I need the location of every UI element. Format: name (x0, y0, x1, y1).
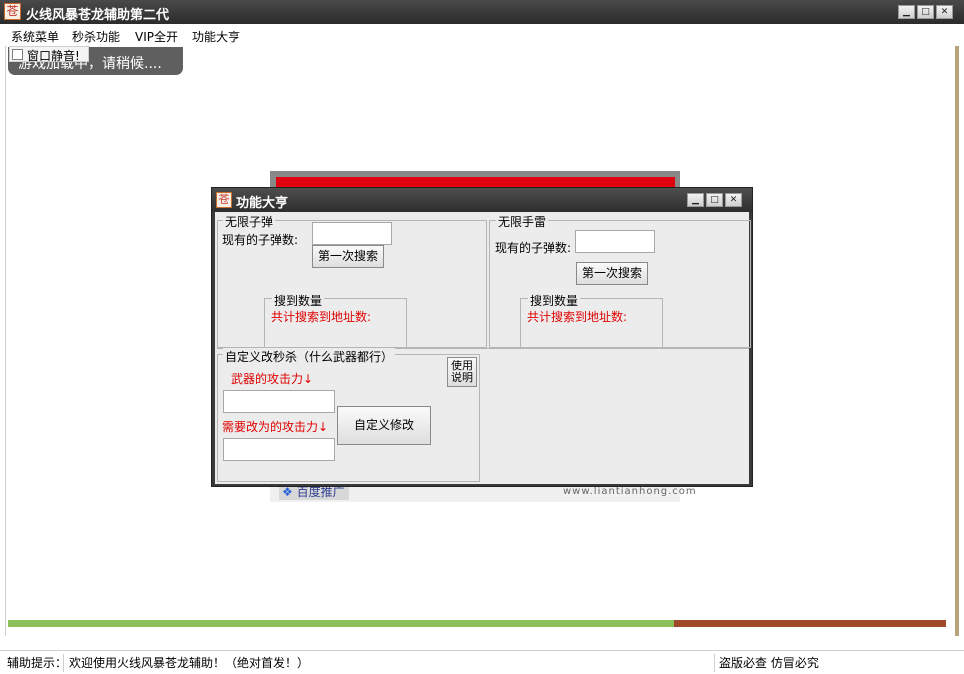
grenades-found-total-label: 共计搜索到地址数: (527, 310, 628, 324)
bullets-found-total-label: 共计搜索到地址数: (271, 310, 372, 324)
bullets-count-label: 现有的子弹数: (222, 233, 299, 247)
menu-features[interactable]: 功能大亨 (192, 28, 240, 45)
paw-icon: ❖ (282, 485, 293, 499)
dialog-title: 功能大亨 (236, 196, 289, 211)
menu-instant-kill[interactable]: 秒杀功能 (72, 28, 120, 45)
close-button[interactable]: ✕ (936, 5, 953, 19)
dialog-icon: 苍 (216, 192, 232, 208)
help-button[interactable]: 使用 说明 (447, 357, 477, 387)
app-icon: 苍 (4, 3, 21, 20)
help-button-line2: 说明 (451, 371, 473, 384)
minimize-button[interactable]: ▁ (898, 5, 915, 19)
grenades-count-input[interactable] (575, 230, 655, 253)
weapon-attack-input[interactable] (223, 390, 335, 413)
progress-fill (8, 620, 674, 627)
menu-vip[interactable]: VIP全开 (135, 28, 178, 45)
grenades-found-legend: 搜到数量 (528, 292, 581, 309)
grenades-legend: 无限手雷 (496, 213, 549, 230)
status-bar: 辅助提示： 欢迎使用火线风暴苍龙辅助！（绝对首发！） 盗版必查 仿冒必究 (0, 650, 964, 674)
status-separator (63, 654, 64, 672)
maximize-button[interactable]: □ (917, 5, 934, 19)
dialog-minimize-button[interactable]: ▁ (687, 193, 704, 207)
dialog-maximize-button[interactable]: □ (706, 193, 723, 207)
ad-url[interactable]: www.liantianhong.com (563, 486, 697, 497)
target-attack-input[interactable] (223, 438, 335, 461)
custom-kill-legend: 自定义改秒杀（什么武器都行） (223, 348, 396, 365)
menu-bar: 系统菜单 秒杀功能 VIP全开 功能大亨 (0, 24, 964, 46)
dialog-title-bar: 苍 功能大亨 ▁ □ ✕ (212, 188, 752, 212)
right-border (955, 46, 959, 636)
bullets-search-button[interactable]: 第一次搜索 (312, 245, 384, 268)
mute-checkbox-box[interactable] (12, 49, 23, 60)
menu-system[interactable]: 系统菜单 (11, 28, 59, 45)
grenades-count-label: 现有的子弹数: (495, 241, 572, 255)
status-message: 欢迎使用火线风暴苍龙辅助！（绝对首发！） (69, 656, 310, 670)
mute-checkbox[interactable]: 窗口静音! (9, 46, 89, 63)
title-bar: 苍 火线风暴苍龙辅助第二代 ▁ □ ✕ (0, 0, 964, 24)
weapon-attack-label: 武器的攻击力↓ (231, 372, 314, 386)
dialog-body: 无限子弹 现有的子弹数: 第一次搜索 搜到数量 共计搜索到地址数: 无限手雷 现… (215, 212, 751, 484)
features-dialog: 苍 功能大亨 ▁ □ ✕ 无限子弹 现有的子弹数: 第一次搜索 搜到数量 共计搜… (211, 187, 753, 487)
mute-label: 窗口静音! (27, 49, 80, 63)
target-attack-label: 需要改为的攻击力↓ (222, 420, 329, 434)
window-title: 火线风暴苍龙辅助第二代 (26, 8, 170, 23)
grenades-search-button[interactable]: 第一次搜索 (576, 262, 648, 285)
bullets-count-input[interactable] (312, 222, 392, 245)
status-prefix: 辅助提示： (7, 656, 68, 670)
baidu-ad-label: 百度推广 (296, 485, 345, 499)
status-separator (714, 654, 715, 672)
progress-rest (674, 620, 946, 627)
dialog-close-button[interactable]: ✕ (725, 193, 742, 207)
custom-apply-button[interactable]: 自定义修改 (337, 406, 431, 445)
bullets-legend: 无限子弹 (223, 213, 276, 230)
status-right: 盗版必查 仿冒必究 (719, 656, 819, 670)
bullets-found-legend: 搜到数量 (272, 292, 325, 309)
